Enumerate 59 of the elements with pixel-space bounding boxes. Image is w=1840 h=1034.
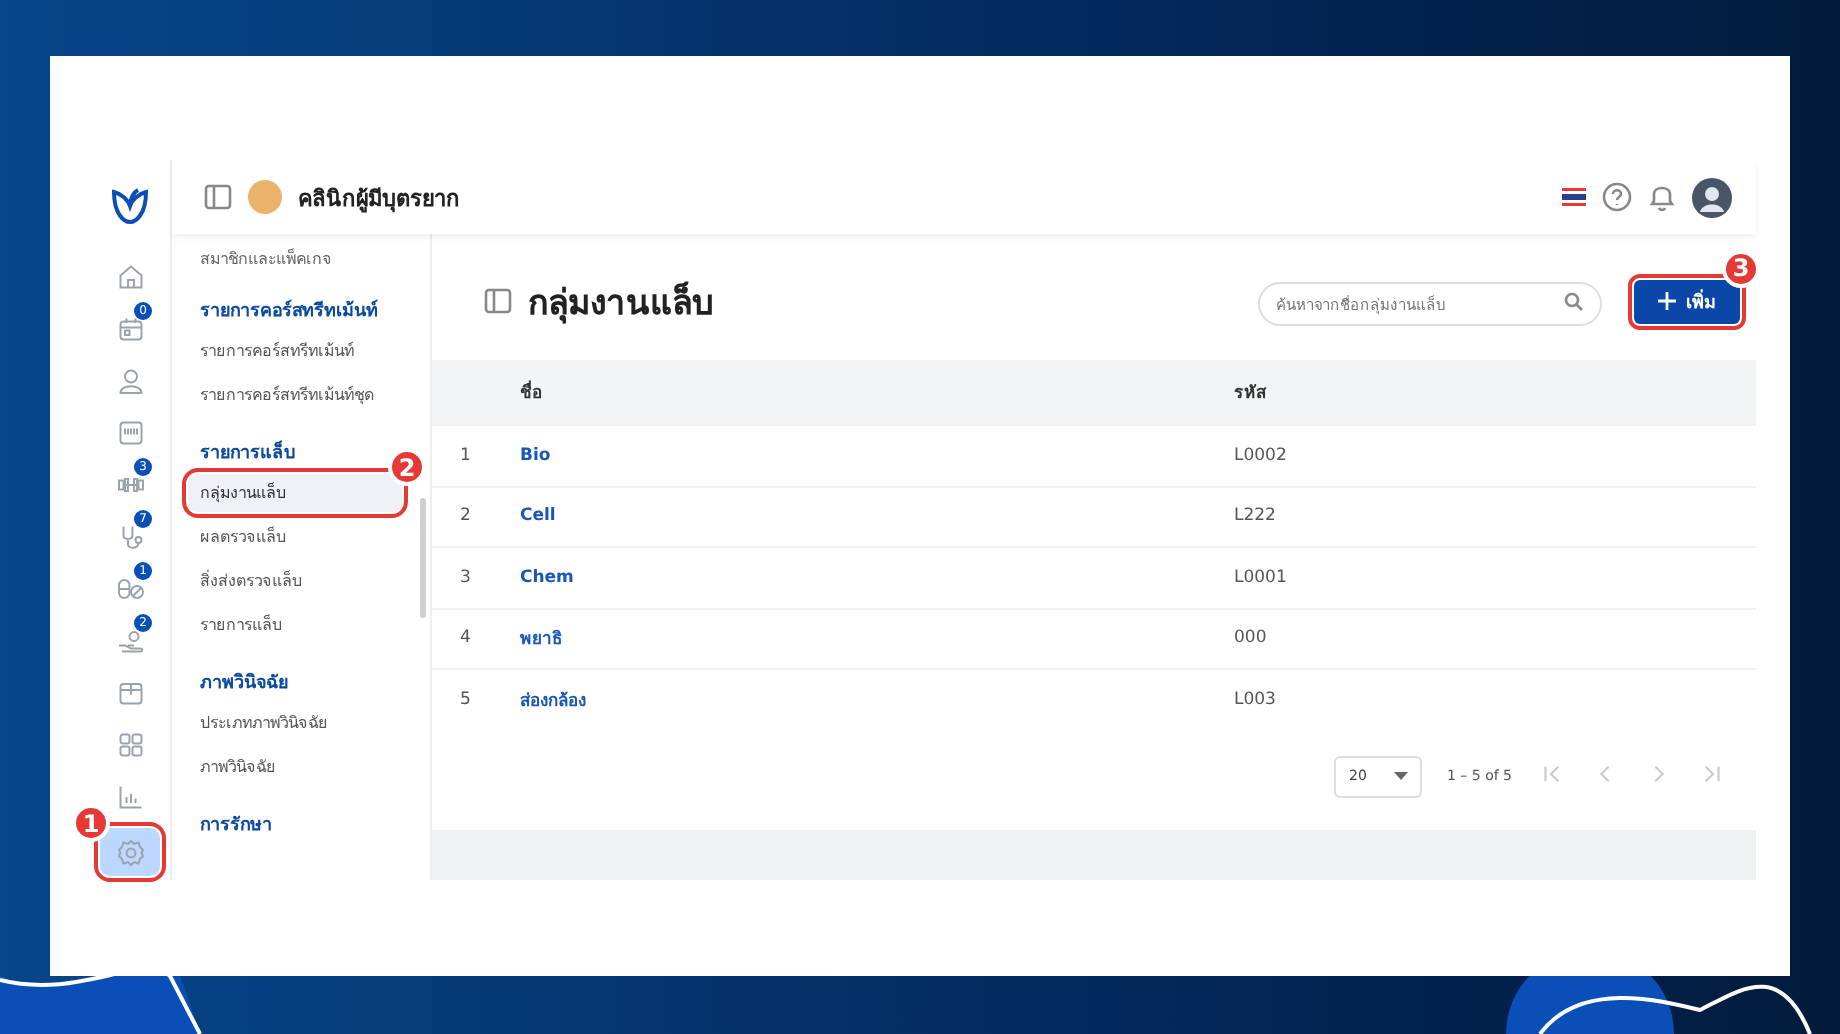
user-avatar-icon[interactable] <box>1692 177 1732 217</box>
lab-group-link[interactable]: ส่องกล้อง <box>520 691 586 712</box>
table-cell: 000 <box>1234 628 1267 649</box>
lab-group-link[interactable]: Bio <box>520 445 551 466</box>
tulip-logo-icon <box>108 184 152 228</box>
sidebar-item[interactable]: กลุ่มงานแล็บ <box>188 474 402 512</box>
clinic-name: คลินิกผู้มีบุตรยาก <box>298 183 460 215</box>
sidebar-section-title: รายการแล็บ <box>200 438 298 466</box>
thai-flag-icon[interactable] <box>1562 188 1586 206</box>
sidebar-item[interactable]: สมาชิกและแพ็คเกจ <box>200 246 332 272</box>
lab-group-link[interactable]: Chem <box>520 567 574 588</box>
search-icon <box>1564 291 1584 311</box>
row-number: 2 <box>460 506 471 527</box>
step-number-badge: 3 <box>1722 249 1760 287</box>
lab-group-link[interactable]: Cell <box>520 506 556 527</box>
sidebar-item[interactable]: รายการคอร์สทรีทเม้นท์ชุด <box>188 376 402 414</box>
dropdown-caret-icon <box>1394 772 1409 780</box>
plus-icon <box>1658 292 1676 310</box>
sidebar-toggle-icon[interactable] <box>204 184 232 210</box>
nav-rail-icon <box>115 837 145 867</box>
nav-rail-icon <box>115 417 145 447</box>
step-number-badge: 2 <box>388 448 426 486</box>
notification-bell-icon[interactable] <box>1648 182 1676 212</box>
table-cell: L003 <box>1234 689 1276 710</box>
nav-rail-icon <box>115 261 145 291</box>
nav-rail-icon <box>115 625 145 655</box>
sidebar-section-title: รายการคอร์สทรีทเม้นท์ <box>200 297 380 324</box>
sidebar-section-title: การรักษา <box>200 813 274 838</box>
nav-rail-icon <box>115 365 145 395</box>
row-number: 5 <box>460 689 471 710</box>
row-number: 3 <box>460 567 471 588</box>
add-button[interactable]: เพิ่ม <box>1634 279 1740 323</box>
table-cell: L222 <box>1234 506 1276 527</box>
page-title: กลุ่มงานแล็บ <box>528 279 714 328</box>
sidebar-item[interactable]: รายการคอร์สทรีทเม้นท์ <box>188 332 402 370</box>
lab-group-link[interactable]: พยาธิ <box>520 630 562 651</box>
table-cell: L0002 <box>1234 445 1287 466</box>
nav-rail-icon <box>115 677 145 707</box>
sidebar-item[interactable]: ภาพวินิจฉัย <box>188 748 402 786</box>
nav-rail-icon <box>115 781 145 811</box>
column-header[interactable]: ชื่อ <box>520 384 542 404</box>
sidebar-item[interactable]: สิ่งส่งตรวจแล็บ <box>188 562 402 600</box>
row-number: 1 <box>460 445 471 466</box>
column-header[interactable]: รหัส <box>1234 384 1266 404</box>
scrollbar-thumb[interactable] <box>420 498 426 618</box>
sidebar-item[interactable]: ประเภทภาพวินิจฉัย <box>188 704 402 742</box>
nav-rail-icon <box>115 313 145 343</box>
sidebar-item[interactable]: รายการแล็บ <box>188 606 402 644</box>
nav-rail-icon <box>115 729 145 759</box>
sidebar-section-title: ภาพวินิจฉัย <box>200 670 290 696</box>
clinic-logo-placeholder <box>248 180 282 214</box>
nav-rail-button[interactable] <box>100 828 160 876</box>
table-cell: L0001 <box>1234 567 1287 588</box>
step-number-badge: 1 <box>72 804 110 842</box>
sidebar-item[interactable]: ผลตรวจแล็บ <box>188 518 402 556</box>
row-number: 4 <box>460 628 471 649</box>
panel-icon <box>484 288 512 314</box>
nav-rail-icon <box>115 573 145 603</box>
help-icon[interactable] <box>1602 182 1632 212</box>
